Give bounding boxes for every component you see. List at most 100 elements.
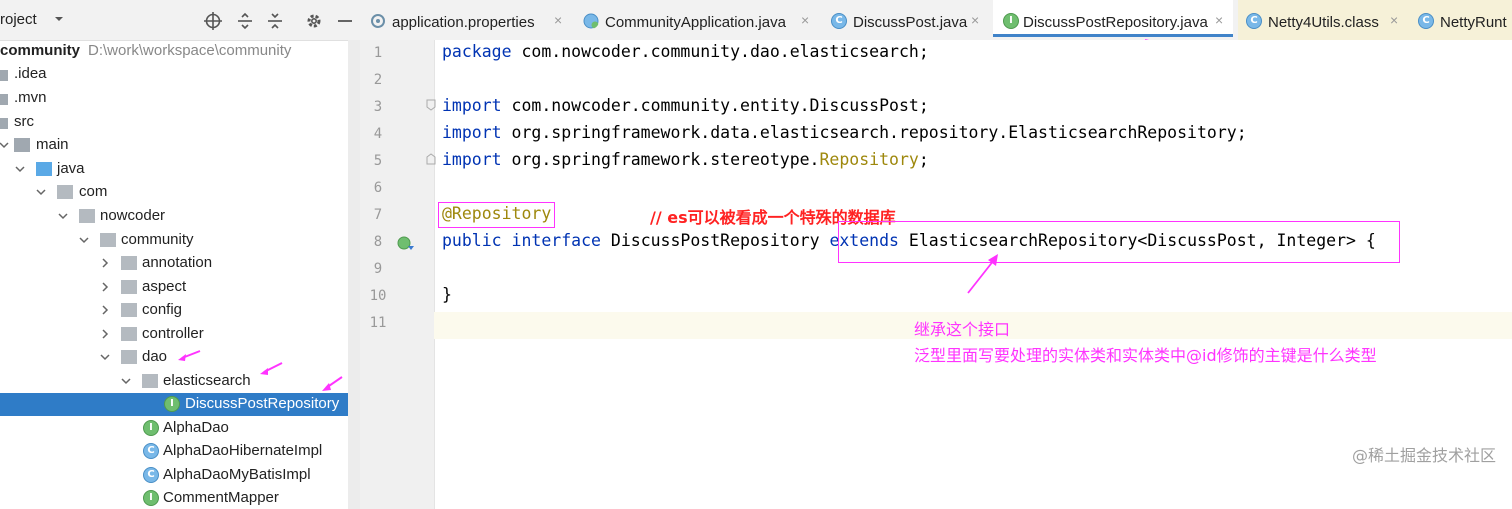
close-icon[interactable]: × xyxy=(554,12,562,28)
folder-icon xyxy=(0,118,8,129)
tree-node-main[interactable]: main xyxy=(0,134,348,157)
tree-node-mvn[interactable]: .mvn xyxy=(0,87,348,110)
tree-node-label: src xyxy=(14,113,34,130)
expand-all-icon[interactable] xyxy=(236,12,254,30)
chevron-down-icon[interactable] xyxy=(57,210,69,222)
tree-node-config[interactable]: config xyxy=(0,299,348,322)
fold-marker-icon[interactable] xyxy=(426,153,436,165)
tab-communityapplication-java[interactable]: CommunityApplication.java × xyxy=(583,0,819,40)
package-icon xyxy=(121,256,137,270)
tab-discusspost-java[interactable]: C DiscussPost.java × xyxy=(831,0,987,40)
gear-icon[interactable] xyxy=(305,12,323,30)
tree-node-controller[interactable]: controller xyxy=(0,323,348,346)
chevron-right-icon[interactable] xyxy=(99,328,111,340)
chevron-down-icon[interactable] xyxy=(14,163,26,175)
chevron-down-icon[interactable] xyxy=(0,139,10,151)
line-number: 1 xyxy=(373,45,383,61)
tree-node-label: AlphaDaoMyBatisImpl xyxy=(163,466,311,483)
class-icon: C xyxy=(143,467,159,483)
tree-node-label: community D:\work\workspace\community xyxy=(0,42,292,59)
line-number: 8 xyxy=(373,234,383,250)
project-scrollbar[interactable] xyxy=(348,40,360,509)
code-editor[interactable]: 1 2 3 4 5 6 7 8 9 10 11 package com.nowc… xyxy=(360,40,1512,509)
tree-node-label: com xyxy=(79,183,108,200)
tree-node-com[interactable]: com xyxy=(0,181,348,204)
tree-node-community[interactable]: community xyxy=(0,229,348,252)
class-icon: C xyxy=(1246,13,1262,29)
tree-node-idea[interactable]: .idea xyxy=(0,63,348,86)
annotation-arrow xyxy=(322,376,343,391)
locate-target-icon[interactable] xyxy=(204,12,222,30)
project-panel: roject community D:\work\workspace\commun… xyxy=(0,0,360,509)
implementations-gutter-icon[interactable] xyxy=(396,234,416,252)
tab-label: NettyRunt xyxy=(1440,14,1507,31)
tree-node-label: dao xyxy=(142,348,168,365)
close-icon[interactable]: × xyxy=(1390,12,1398,28)
chevron-right-icon[interactable] xyxy=(99,257,111,269)
package-icon xyxy=(121,327,137,341)
tree-node-annotation[interactable]: annotation xyxy=(0,252,348,275)
package-icon xyxy=(100,233,116,247)
tree-node-alphadao[interactable]: I AlphaDao xyxy=(0,417,348,440)
tree-node-commentmapper[interactable]: I CommentMapper xyxy=(0,487,348,509)
chevron-right-icon[interactable] xyxy=(99,304,111,316)
extends-highlight-box xyxy=(838,221,1400,263)
line-number: 4 xyxy=(373,126,383,142)
tree-node-elasticsearch[interactable]: elasticsearch xyxy=(0,370,348,393)
tree-node-aspect[interactable]: aspect xyxy=(0,276,348,299)
annotation-arrow xyxy=(260,362,283,375)
interface-icon: I xyxy=(143,420,159,436)
package-icon xyxy=(79,209,95,223)
tree-node-project-root[interactable]: community D:\work\workspace\community xyxy=(0,40,348,63)
minimize-icon[interactable] xyxy=(336,12,354,30)
close-icon[interactable]: × xyxy=(971,12,979,28)
project-view-selector[interactable]: roject xyxy=(0,11,37,28)
tree-node-label: .idea xyxy=(14,65,47,82)
tree-node-nowcoder[interactable]: nowcoder xyxy=(0,205,348,228)
project-panel-header: roject xyxy=(0,0,360,41)
spring-class-icon xyxy=(583,13,599,29)
tree-node-alphadaomybatisimpl[interactable]: C AlphaDaoMyBatisImpl xyxy=(0,464,348,487)
code-line-3: import com.nowcoder.community.entity.Dis… xyxy=(442,96,929,115)
tab-netty4utils-class[interactable]: C Netty4Utils.class × xyxy=(1246,0,1406,40)
interface-icon: I xyxy=(1003,13,1019,29)
folder-icon xyxy=(14,138,30,152)
package-icon xyxy=(121,350,137,364)
class-icon: C xyxy=(143,443,159,459)
close-icon[interactable]: × xyxy=(801,12,809,28)
code-line-10: } xyxy=(442,285,452,304)
tab-label: application.properties xyxy=(392,14,535,31)
chevron-down-icon[interactable] xyxy=(120,375,132,387)
watermark: @稀土掘金技术社区 xyxy=(1351,446,1496,465)
tab-discusspostrepository-java[interactable]: I DiscussPostRepository.java × xyxy=(993,0,1233,37)
tree-node-label: controller xyxy=(142,325,204,342)
tree-node-java[interactable]: java xyxy=(0,158,348,181)
line-number: 5 xyxy=(373,153,383,169)
tree-node-alphadaohibernateimpl[interactable]: C AlphaDaoHibernateImpl xyxy=(0,440,348,463)
close-icon[interactable]: × xyxy=(1215,12,1223,28)
collapse-all-icon[interactable] xyxy=(266,12,284,30)
source-folder-icon xyxy=(36,162,52,176)
chevron-down-icon[interactable] xyxy=(52,12,66,26)
chevron-down-icon[interactable] xyxy=(35,186,47,198)
editor-tab-bar: application.properties × CommunityApplic… xyxy=(360,0,1512,41)
interface-icon: I xyxy=(143,490,159,506)
chevron-down-icon[interactable] xyxy=(78,234,90,246)
line-number: 2 xyxy=(373,72,383,88)
tab-application-properties[interactable]: application.properties × xyxy=(370,0,574,40)
project-path: D:\work\workspace\community xyxy=(88,42,292,59)
tree-node-dao[interactable]: dao xyxy=(0,346,348,369)
tree-node-label: DiscussPostRepository xyxy=(185,395,340,412)
annotation-arrow xyxy=(967,254,998,294)
annotation-note-2: 泛型里面写要处理的实体类和实体类中@id修饰的主键是什么类型 xyxy=(914,346,1377,365)
chevron-down-icon[interactable] xyxy=(99,351,111,363)
package-icon xyxy=(121,280,137,294)
tab-nettyruntime[interactable]: C NettyRunt xyxy=(1418,0,1512,40)
tree-node-src[interactable]: src xyxy=(0,111,348,134)
chevron-right-icon[interactable] xyxy=(99,281,111,293)
fold-marker-icon[interactable] xyxy=(426,99,436,111)
tab-label: DiscussPost.java xyxy=(853,14,968,31)
package-icon xyxy=(142,374,158,388)
code-line-1: package com.nowcoder.community.dao.elast… xyxy=(442,42,929,61)
tree-node-discusspostrepository[interactable]: I DiscussPostRepository xyxy=(0,393,360,416)
